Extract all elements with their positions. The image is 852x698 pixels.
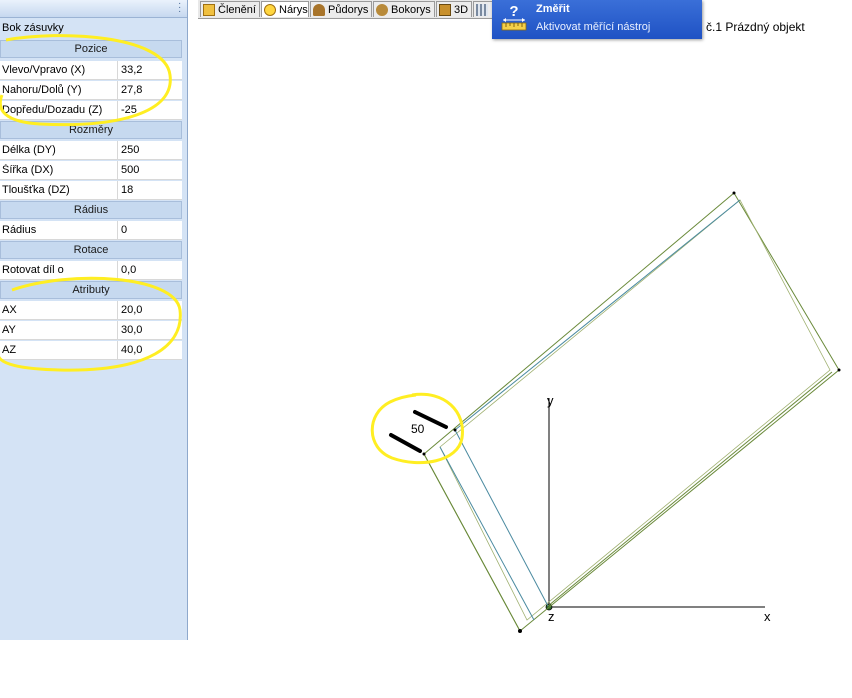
tab-3d[interactable]: 3D (436, 1, 472, 17)
corner-point (518, 629, 522, 633)
highlight-oval-attributes (0, 276, 182, 372)
dimension-label: 50 (411, 422, 425, 436)
building-icon (476, 4, 488, 16)
document-title: č.1 Prázdný objekt (706, 20, 805, 34)
highlight-annotations (0, 34, 182, 372)
corner-point (422, 452, 426, 456)
part-outline-outer (423, 192, 840, 632)
tab-cleneni[interactable]: Členění (200, 1, 260, 17)
part-edge (454, 199, 741, 431)
tab-more[interactable] (473, 1, 493, 17)
drawer-side-part[interactable] (422, 191, 841, 634)
measure-tooltip: ? Změřit Aktivovat měřící nástroj (492, 0, 702, 39)
axis-label-z: z (548, 609, 555, 624)
tooltip-title: Změřit (536, 3, 570, 15)
tab-pudorys[interactable]: Půdorys (310, 1, 372, 17)
measure-tool-icon: ? (501, 3, 527, 31)
part-edge (547, 371, 833, 607)
property-panel: · · · Bok zásuvky Pozice Vlevo/Vpravo (X) … (0, 0, 188, 640)
axis-label-x: x (764, 609, 771, 624)
part-edge (454, 429, 549, 607)
side-view-icon (376, 4, 388, 16)
highlight-oval-position (0, 34, 172, 127)
cube-icon (439, 4, 451, 16)
corner-point (453, 428, 457, 432)
part-edge (439, 446, 535, 621)
corner-point (837, 368, 841, 372)
part-edge (423, 453, 521, 632)
view-tabs: Členění Nárys Půdorys Bokorys 3D (198, 0, 498, 19)
tab-bokorys[interactable]: Bokorys (373, 1, 435, 17)
corner-point (732, 191, 736, 195)
structure-icon (203, 4, 215, 16)
part-outline-inner (439, 199, 831, 621)
drawing-canvas[interactable]: y x z 50 (189, 40, 852, 638)
dimension-annotation: 50 (370, 392, 464, 465)
axis-label-y: y (547, 393, 554, 408)
coordinate-axes: y x z (545, 393, 771, 624)
front-view-icon (264, 4, 276, 16)
tooltip-description: Aktivovat měřící nástroj (536, 21, 651, 33)
svg-text:?: ? (509, 3, 518, 20)
top-view-icon (313, 4, 325, 16)
tab-narys[interactable]: Nárys (261, 1, 309, 17)
dimension-mark (389, 433, 422, 453)
